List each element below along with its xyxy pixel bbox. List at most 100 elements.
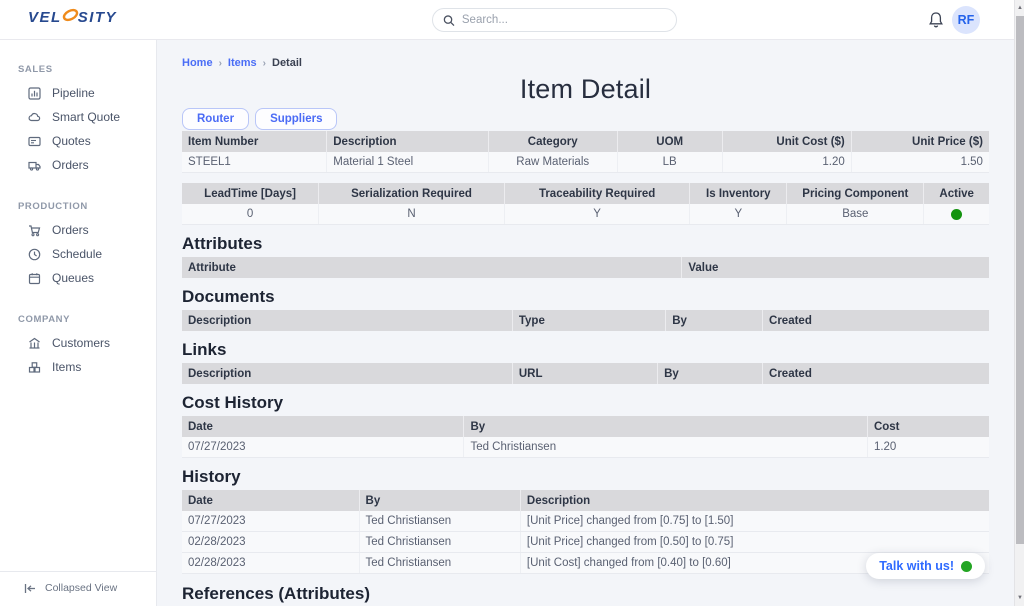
sidebar-section-sales: SALES xyxy=(18,64,156,75)
breadcrumb-home-link[interactable]: Home xyxy=(182,57,213,69)
top-bar: VELSITY RF xyxy=(0,0,1014,40)
attributes-table: AttributeValue xyxy=(182,257,989,278)
column-header: Traceability Required xyxy=(505,183,691,204)
column-header: Unit Cost ($) xyxy=(723,131,852,152)
search-icon xyxy=(443,14,455,27)
column-header: Serialization Required xyxy=(319,183,505,204)
logo-swoosh-icon xyxy=(62,6,79,23)
chat-widget-button[interactable]: Talk with us! xyxy=(866,553,985,579)
column-header: Description xyxy=(327,131,488,152)
user-avatar[interactable]: RF xyxy=(952,6,980,34)
chevron-right-icon: › xyxy=(263,58,266,69)
collapse-left-icon xyxy=(24,583,36,594)
table-cell: 02/28/2023 xyxy=(182,532,360,552)
item-table-header: Item NumberDescriptionCategoryUOMUnit Co… xyxy=(182,131,989,152)
sidebar-item-smart-quote[interactable]: Smart Quote xyxy=(0,105,156,129)
table-row: 02/28/2023Ted Christiansen[Unit Price] c… xyxy=(182,532,989,553)
flags-table-row: 0 N Y Y Base xyxy=(182,204,989,225)
column-header: Created xyxy=(763,363,989,384)
traceability-cell: Y xyxy=(505,204,691,224)
active-status-dot xyxy=(951,209,962,220)
table-cell: 07/27/2023 xyxy=(182,511,360,531)
column-header: By xyxy=(360,490,521,511)
item-summary-table: Item NumberDescriptionCategoryUOMUnit Co… xyxy=(182,131,989,173)
table-cell: [Unit Price] changed from [0.50] to [0.7… xyxy=(521,532,989,552)
sidebar-section-production: PRODUCTION xyxy=(18,201,156,212)
table-cell: 02/28/2023 xyxy=(182,553,360,573)
sidebar-item-label: Orders xyxy=(52,158,89,172)
column-header: Cost xyxy=(868,416,989,437)
links-table-header: DescriptionURLByCreated xyxy=(182,363,989,384)
column-header: By xyxy=(658,363,763,384)
scroll-down-arrow[interactable]: ▼ xyxy=(1015,592,1024,604)
router-button[interactable]: Router xyxy=(182,108,249,130)
sidebar-item-schedule[interactable]: Schedule xyxy=(0,242,156,266)
column-header: URL xyxy=(513,363,658,384)
column-header: Description xyxy=(182,363,513,384)
sidebar-item-label: Queues xyxy=(52,271,94,285)
flags-table-header: LeadTime [Days]Serialization RequiredTra… xyxy=(182,183,989,204)
global-search[interactable] xyxy=(432,8,677,32)
boxes-icon xyxy=(28,361,41,374)
table-cell: [Unit Price] changed from [0.75] to [1.5… xyxy=(521,511,989,531)
sidebar-item-label: Items xyxy=(52,360,81,374)
table-cell: Ted Christiansen xyxy=(360,511,521,531)
sidebar-item-production-orders[interactable]: Orders xyxy=(0,218,156,242)
window-scrollbar[interactable]: ▲ ▼ xyxy=(1014,0,1024,606)
is-inventory-cell: Y xyxy=(690,204,787,224)
column-header: Active xyxy=(924,183,989,204)
sidebar-item-label: Pipeline xyxy=(52,86,95,100)
leadtime-cell: 0 xyxy=(182,204,319,224)
attributes-heading: Attributes xyxy=(182,234,989,254)
column-header: LeadTime [Days] xyxy=(182,183,319,204)
search-input[interactable] xyxy=(462,14,666,26)
chat-label: Talk with us! xyxy=(879,559,954,573)
notifications-bell-icon[interactable] xyxy=(927,11,945,29)
cost-history-heading: Cost History xyxy=(182,393,989,413)
suppliers-button[interactable]: Suppliers xyxy=(255,108,337,130)
history-table-header: DateByDescription xyxy=(182,490,989,511)
collapse-label: Collapsed View xyxy=(45,582,117,594)
table-row: 07/27/2023Ted Christiansen[Unit Price] c… xyxy=(182,511,989,532)
sidebar-item-queues[interactable]: Queues xyxy=(0,266,156,290)
sidebar-item-pipeline[interactable]: Pipeline xyxy=(0,81,156,105)
sidebar-item-items[interactable]: Items xyxy=(0,355,156,379)
item-number-cell: STEEL1 xyxy=(182,152,327,172)
column-header: Pricing Component xyxy=(787,183,924,204)
column-header: By xyxy=(464,416,868,437)
cost-history-table: DateByCost 07/27/2023 Ted Christiansen 1… xyxy=(182,416,989,458)
links-table: DescriptionURLByCreated xyxy=(182,363,989,384)
building-icon xyxy=(28,337,41,350)
item-flags-table: LeadTime [Days]Serialization RequiredTra… xyxy=(182,183,989,225)
sidebar-item-customers[interactable]: Customers xyxy=(0,331,156,355)
unit-cost-cell: 1.20 xyxy=(723,152,852,172)
collapse-sidebar-button[interactable]: Collapsed View xyxy=(0,571,156,606)
chat-online-dot xyxy=(961,561,972,572)
table-cell: Ted Christiansen xyxy=(360,532,521,552)
links-heading: Links xyxy=(182,340,989,360)
unit-price-cell: 1.50 xyxy=(852,152,989,172)
column-header: Description xyxy=(521,490,989,511)
sidebar-section-company: COMPANY xyxy=(18,314,156,325)
sidebar-item-quotes[interactable]: Quotes xyxy=(0,129,156,153)
uom-cell: LB xyxy=(618,152,723,172)
documents-table: DescriptionTypeByCreated xyxy=(182,310,989,331)
item-table-row: STEEL1 Material 1 Steel Raw Materials LB… xyxy=(182,152,989,173)
pipeline-chart-icon xyxy=(28,87,41,100)
breadcrumb-items-link[interactable]: Items xyxy=(228,57,257,69)
column-header: Item Number xyxy=(182,131,327,152)
documents-heading: Documents xyxy=(182,287,989,307)
sidebar-item-label: Orders xyxy=(52,223,89,237)
references-attributes-heading: References (Attributes) xyxy=(182,584,989,604)
sidebar-item-sales-orders[interactable]: Orders xyxy=(0,153,156,177)
attributes-table-header: AttributeValue xyxy=(182,257,989,278)
scroll-up-arrow[interactable]: ▲ xyxy=(1015,2,1024,14)
page-title: Item Detail xyxy=(182,74,989,105)
sidebar-nav: SALES Pipeline Smart Quote Quotes Orders… xyxy=(0,40,157,606)
column-header: UOM xyxy=(618,131,723,152)
calendar-icon xyxy=(28,272,41,285)
velosity-logo[interactable]: VELSITY xyxy=(28,9,117,26)
scrollbar-thumb[interactable] xyxy=(1016,16,1024,544)
cost-date-cell: 07/27/2023 xyxy=(182,437,464,457)
column-header: Value xyxy=(682,257,989,278)
